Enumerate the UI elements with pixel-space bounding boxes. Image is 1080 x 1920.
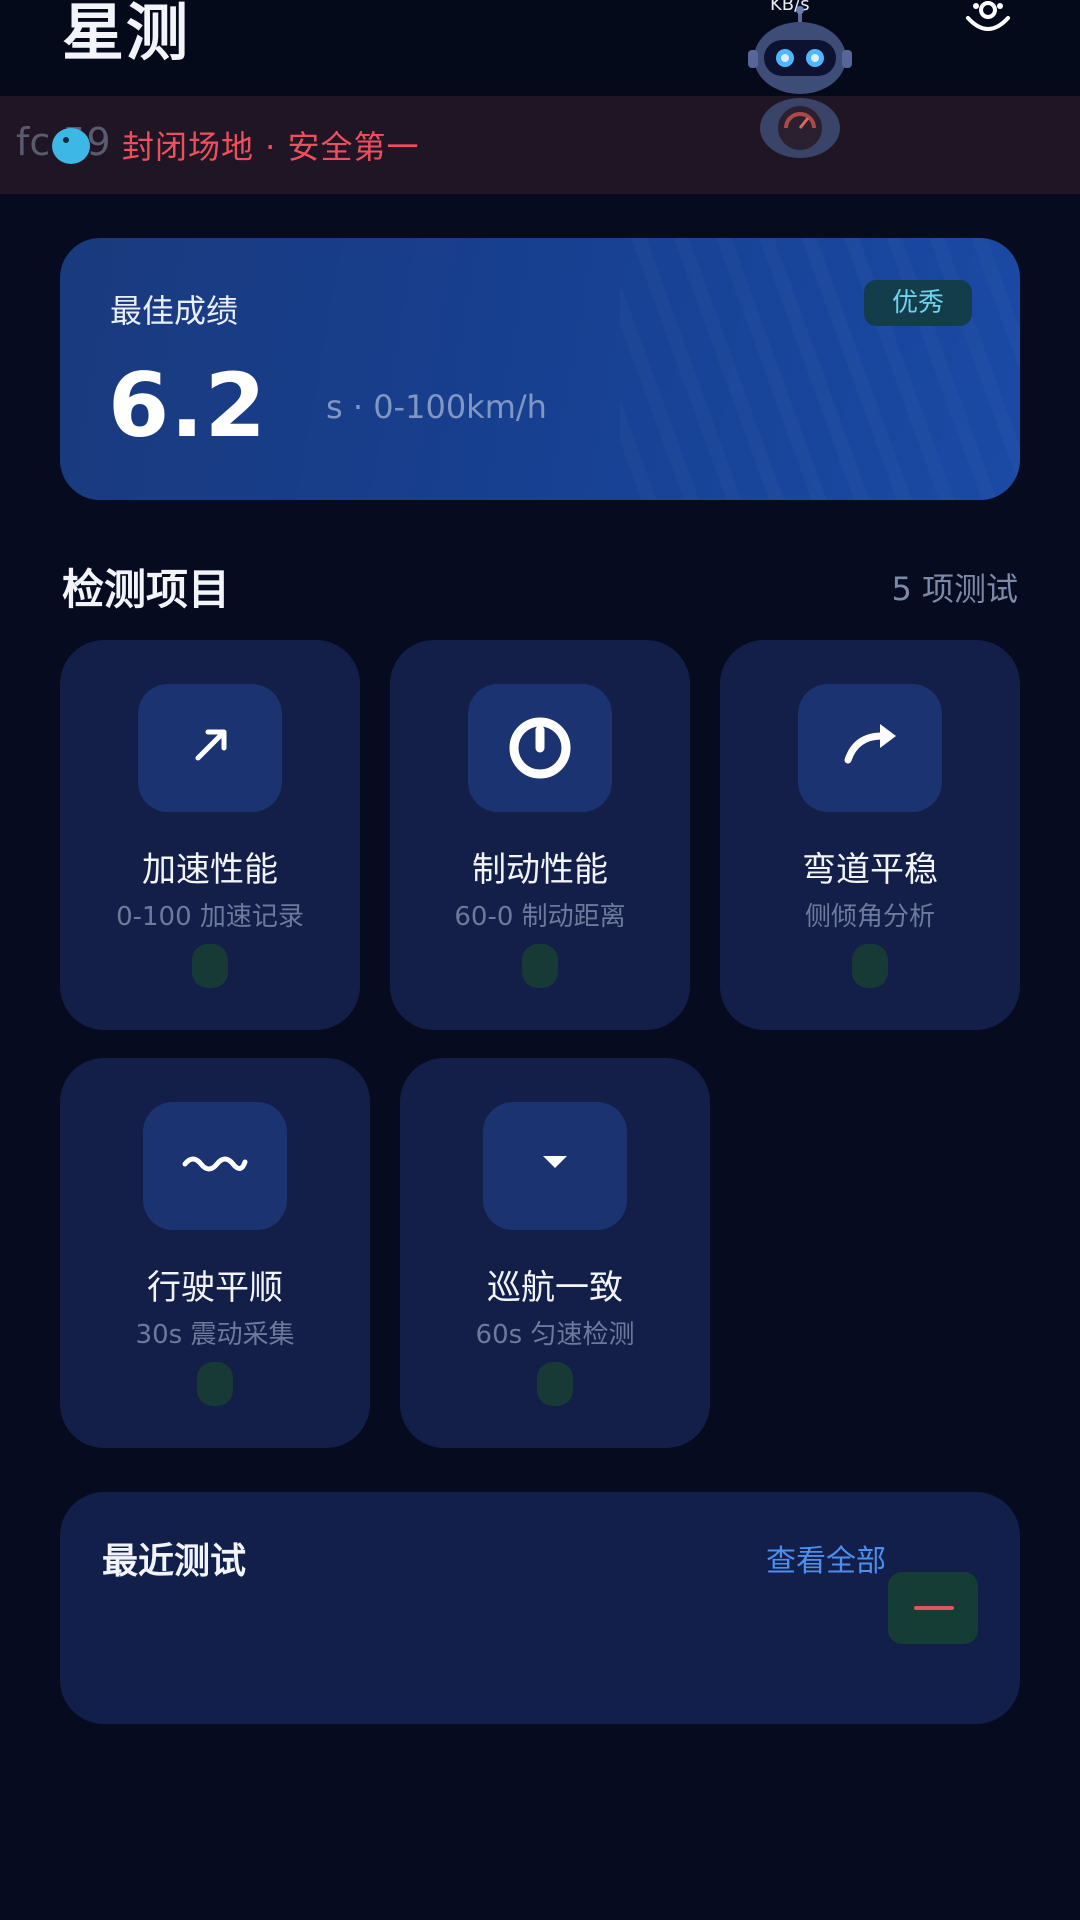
wave-icon <box>182 1156 248 1172</box>
arrow-up-right-icon <box>195 729 227 761</box>
icon-box <box>138 684 282 812</box>
icon-box <box>468 684 612 812</box>
best-score-value: 6.2 <box>108 354 267 457</box>
icon-box <box>143 1102 287 1230</box>
icon-box <box>798 684 942 812</box>
best-score-label: 最佳成绩 <box>110 292 239 330</box>
power-icon <box>509 717 571 779</box>
section-title: 检测项目 <box>62 565 231 614</box>
app-title: 星测 <box>62 0 191 69</box>
test-title: 弯道平稳 <box>802 850 938 890</box>
test-card-cornering[interactable]: 弯道平稳 侧倾角分析 <box>720 640 1020 1030</box>
robot-mascot-icon[interactable] <box>740 4 860 160</box>
test-subtitle: 侧倾角分析 <box>804 902 935 932</box>
test-card-braking[interactable]: 制动性能 60-0 制动距离 <box>390 640 690 1030</box>
test-card-cruise-consistency[interactable]: 巡航一致 60s 匀速检测 <box>400 1058 710 1448</box>
header: 星测 KB/s <box>0 0 1080 96</box>
recent-tests-title: 最近测试 <box>102 1541 247 1582</box>
status-indicator <box>522 944 558 988</box>
test-card-acceleration[interactable]: 加速性能 0-100 加速记录 <box>60 640 360 1030</box>
status-indicator <box>537 1362 573 1406</box>
profile-icon[interactable] <box>962 0 1014 40</box>
recent-tests-card: 最近测试 查看全部 <box>60 1492 1020 1724</box>
best-score-card[interactable]: 最佳成绩 优秀 6.2 s · 0-100km/h <box>60 238 1020 500</box>
best-score-unit: s · 0-100km/h <box>326 388 547 426</box>
curve-arrow-icon <box>844 724 896 764</box>
test-title: 加速性能 <box>142 850 278 890</box>
banner-text: 封闭场地 · 安全第一 <box>122 128 420 166</box>
test-card-ride-comfort[interactable]: 行驶平顺 30s 震动采集 <box>60 1058 370 1448</box>
safety-banner: fc 59 封闭场地 · 安全第一 <box>0 96 1080 194</box>
test-count: 5 项测试 <box>891 570 1018 608</box>
test-title: 制动性能 <box>472 850 608 890</box>
test-subtitle: 0-100 加速记录 <box>116 902 304 932</box>
rating-badge: 优秀 <box>864 280 972 326</box>
caret-down-icon <box>543 1156 567 1168</box>
test-title: 行驶平顺 <box>147 1268 283 1308</box>
minus-button[interactable] <box>888 1572 978 1644</box>
test-subtitle: 60s 匀速检测 <box>475 1320 635 1350</box>
app-screen: 星测 KB/s fc 59 封闭场地 · 安全第一 最佳成绩 优秀 <box>0 0 1080 1920</box>
icon-box <box>483 1102 627 1230</box>
banner-indicator-icon[interactable] <box>52 128 90 164</box>
test-subtitle: 60-0 制动距离 <box>454 902 626 932</box>
status-indicator <box>197 1362 233 1406</box>
test-subtitle: 30s 震动采集 <box>135 1320 295 1350</box>
status-indicator <box>192 944 228 988</box>
status-indicator <box>852 944 888 988</box>
test-title: 巡航一致 <box>487 1268 623 1308</box>
view-all-link[interactable]: 查看全部 <box>766 1536 886 1580</box>
